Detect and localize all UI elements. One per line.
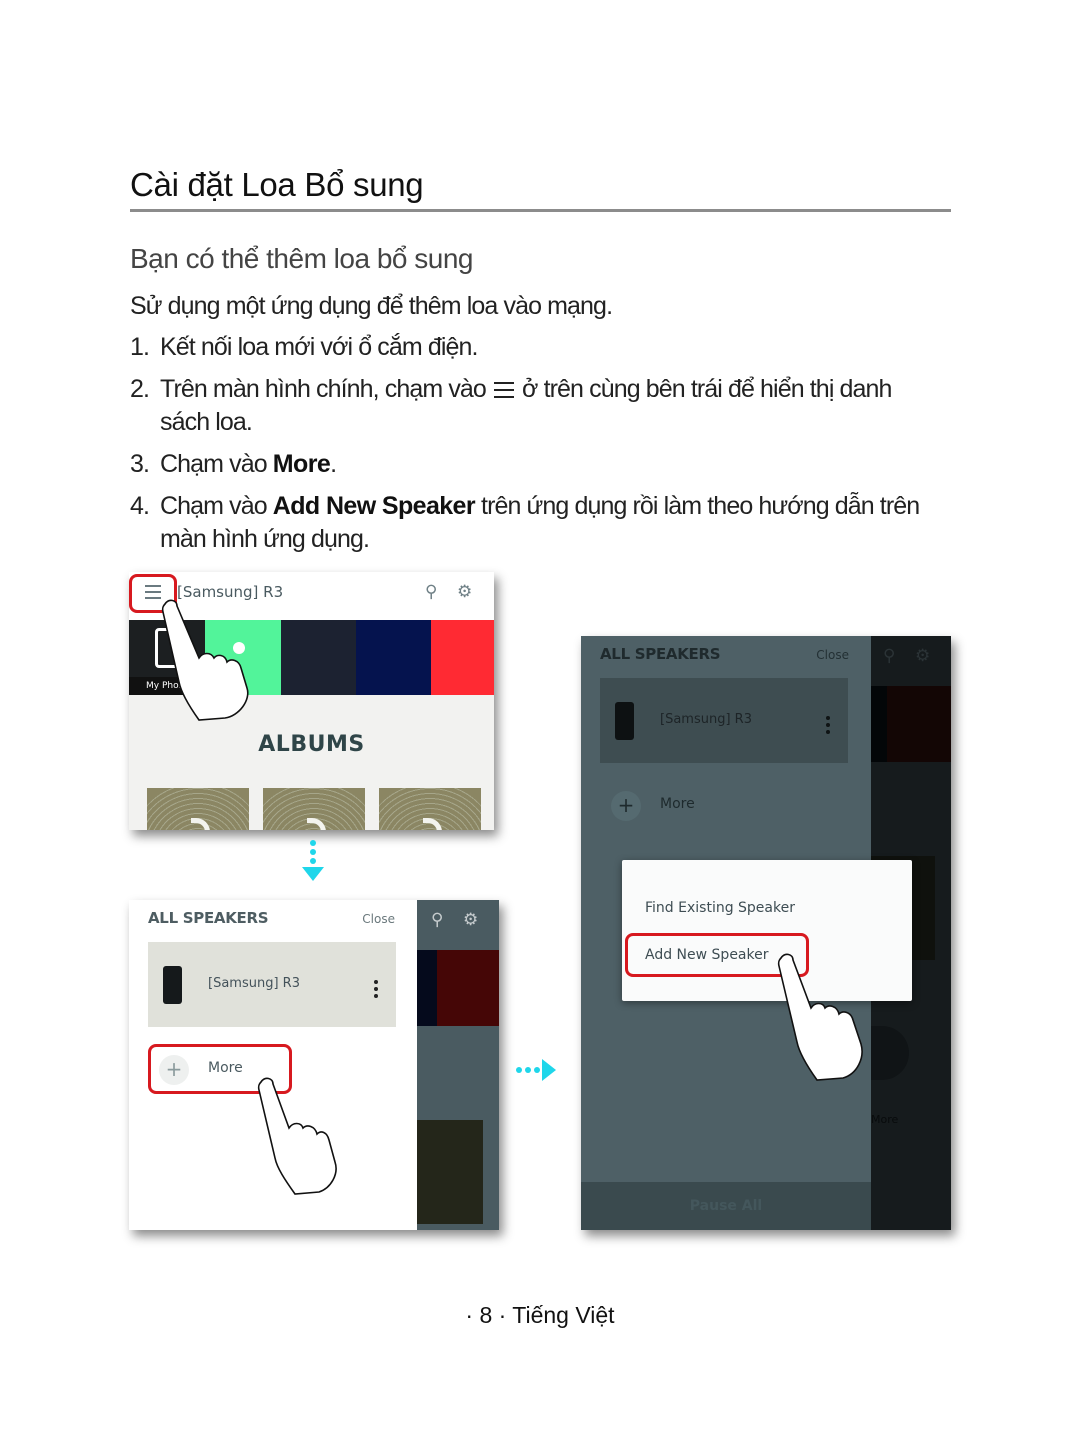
speaker-name: [Samsung] R3: [208, 976, 300, 991]
step-text-part: .: [330, 450, 337, 478]
album-tile[interactable]: [379, 788, 481, 830]
settings-icon[interactable]: ⚙: [457, 582, 472, 602]
step-text-part: Trên màn hình chính, chạm vào: [160, 375, 487, 403]
step-text-part: Chạm vào: [160, 492, 273, 520]
step-text-part: Chạm vào: [160, 450, 273, 478]
more-options-icon[interactable]: [826, 716, 830, 734]
section-subtitle: Bạn có thể thêm loa bổ sung: [130, 243, 473, 274]
hand-pointer-icon: [777, 953, 863, 1081]
more-options-icon[interactable]: [374, 980, 378, 998]
step-text: Chạm vào More.: [160, 448, 930, 481]
page-footer: · 8 · Tiếng Việt: [465, 1302, 615, 1328]
close-button[interactable]: Close: [816, 648, 849, 662]
step-2: 2. Trên màn hình chính, chạm vào ở trên …: [130, 373, 930, 439]
hand-pointer-icon: [161, 599, 249, 721]
step-4: 4. Chạm vào Add New Speaker trên ứng dụn…: [130, 490, 930, 556]
intro-text: Sử dụng một ứng dụng để thêm loa vào mạn…: [130, 292, 613, 320]
tile-source[interactable]: [356, 620, 431, 695]
page-title: Cài đặt Loa Bổ sung: [130, 166, 424, 203]
menu-icon: [494, 381, 514, 399]
bg-more-label: More: [871, 1113, 899, 1126]
bg-album-tile: [417, 1120, 483, 1224]
find-existing-speaker-option[interactable]: Find Existing Speaker: [645, 900, 795, 916]
step-bold-more: More: [272, 450, 331, 478]
title-divider: [130, 209, 951, 212]
search-icon: ⚲: [431, 910, 444, 930]
speaker-item[interactable]: [Samsung] R3: [600, 678, 848, 763]
bg-plus-icon: [871, 1026, 909, 1080]
screenshot-home: [Samsung] R3 ⚲ ⚙ My Phone ALBUMS: [129, 572, 494, 830]
step-3: 3. Chạm vào More.: [130, 448, 930, 481]
album-tile[interactable]: [263, 788, 365, 830]
speaker-icon: [163, 966, 182, 1004]
drawer-title: ALL SPEAKERS: [148, 909, 269, 927]
step-bold-add-new-speaker: Add New Speaker: [272, 492, 476, 520]
flow-arrow-right-icon: [516, 1058, 556, 1082]
step-number: 1.: [130, 333, 150, 361]
plus-icon: +: [611, 791, 641, 821]
settings-icon: ⚙: [463, 910, 479, 930]
album-tile[interactable]: [147, 788, 249, 830]
step-text: Chạm vào Add New Speaker trên ứng dụng r…: [160, 490, 930, 556]
speaker-item[interactable]: [Samsung] R3: [148, 942, 396, 1027]
close-button[interactable]: Close: [362, 912, 395, 926]
bg-tile: [417, 950, 437, 1026]
screenshot-add-speaker-menu: ⚲ ⚙ More ALL SPEAKERS Close [Samsung] R3…: [581, 636, 951, 1230]
step-number: 2.: [130, 375, 150, 403]
search-icon: ⚲: [883, 646, 896, 666]
hand-pointer-icon: [257, 1077, 337, 1195]
speaker-icon: [615, 702, 634, 740]
step-number: 3.: [130, 450, 150, 478]
bg-tile: [437, 950, 499, 1026]
screenshot-all-speakers: ⚲ ⚙ ALL SPEAKERS Close [Samsung] R3 + Mo…: [129, 900, 499, 1230]
tile-source[interactable]: [431, 620, 494, 695]
more-label: More: [660, 796, 695, 812]
pause-all-button[interactable]: Pause All: [581, 1182, 871, 1230]
speaker-name: [Samsung] R3: [660, 712, 752, 727]
tile-source[interactable]: [281, 620, 356, 695]
drawer-title: ALL SPEAKERS: [600, 645, 721, 663]
more-button[interactable]: + More: [600, 788, 840, 822]
step-1: 1. Kết nối loa mới với ổ cắm điện.: [130, 331, 930, 364]
flow-arrow-down-icon: [301, 840, 325, 885]
search-icon[interactable]: ⚲: [425, 582, 437, 602]
step-text: Trên màn hình chính, chạm vào ở trên cùn…: [160, 373, 930, 439]
albums-heading: ALBUMS: [258, 732, 365, 757]
step-text: Kết nối loa mới với ổ cắm điện.: [160, 333, 478, 361]
step-number: 4.: [130, 492, 150, 520]
settings-icon: ⚙: [915, 646, 931, 666]
